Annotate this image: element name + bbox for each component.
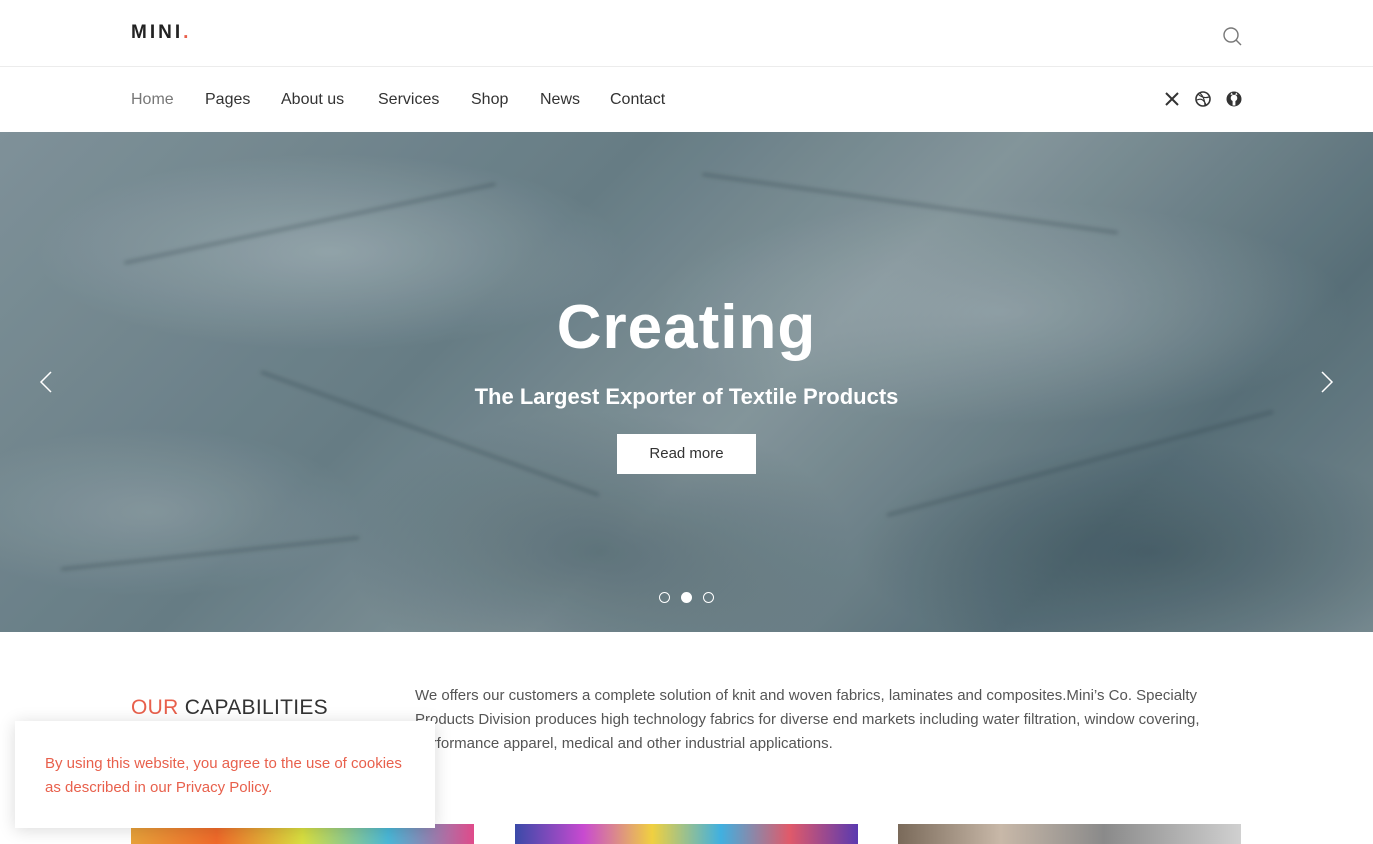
cookie-notice: By using this website, you agree to the …: [15, 721, 435, 828]
cookie-notice-text[interactable]: By using this website, you agree to the …: [45, 752, 405, 800]
dribbble-icon[interactable]: [1193, 89, 1213, 109]
logo-dot: .: [183, 22, 192, 43]
capabilities-heading: OUR CAPABILITIES: [131, 696, 328, 720]
top-bar: MINI.: [0, 0, 1373, 67]
x-twitter-icon[interactable]: [1162, 89, 1182, 109]
hero-title: Creating: [556, 293, 817, 362]
nav-item-pages[interactable]: Pages: [205, 91, 250, 109]
hero-slider: Creating The Largest Exporter of Textile…: [0, 132, 1373, 632]
next-slide-icon[interactable]: [1314, 370, 1338, 394]
nav-item-shop[interactable]: Shop: [471, 91, 508, 109]
github-icon[interactable]: [1224, 89, 1244, 109]
logo[interactable]: MINI.: [131, 22, 191, 44]
capability-image-threads[interactable]: [515, 824, 858, 844]
slide-indicator-1[interactable]: [659, 592, 670, 603]
nav-item-about-us[interactable]: About us: [281, 91, 344, 109]
capability-image-factory[interactable]: [898, 824, 1241, 844]
nav-item-news[interactable]: News: [540, 91, 580, 109]
hero-subtitle: The Largest Exporter of Textile Products: [474, 384, 899, 409]
capabilities-heading-accent: OUR: [131, 696, 179, 719]
search-icon[interactable]: [1221, 25, 1243, 47]
main-nav: Home Pages About us Services Shop News C…: [0, 67, 1373, 132]
slide-indicator-2[interactable]: [681, 592, 692, 603]
nav-item-home[interactable]: Home: [131, 91, 174, 109]
prev-slide-icon[interactable]: [35, 370, 59, 394]
slide-indicator-3[interactable]: [703, 592, 714, 603]
logo-text: MINI: [131, 22, 184, 43]
read-more-button[interactable]: Read more: [617, 434, 756, 474]
capabilities-heading-rest: CAPABILITIES: [184, 696, 328, 719]
capabilities-text: We offers our customers a complete solut…: [415, 687, 1200, 752]
nav-item-contact[interactable]: Contact: [610, 91, 665, 109]
nav-item-services[interactable]: Services: [378, 91, 439, 109]
